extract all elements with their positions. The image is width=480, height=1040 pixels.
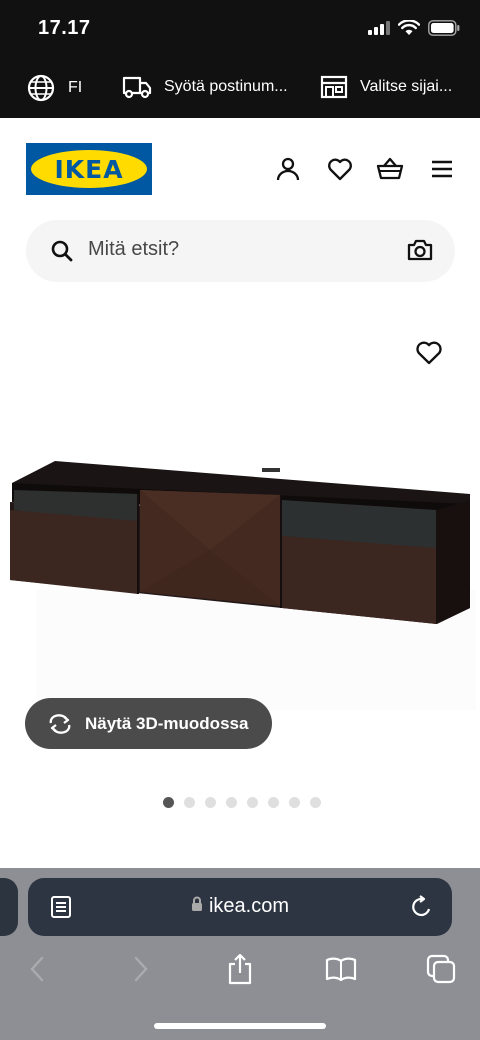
carousel-dot[interactable] xyxy=(226,797,237,808)
logo-oval: IKEA xyxy=(31,150,147,188)
book-icon xyxy=(325,957,357,982)
carousel-dots xyxy=(163,797,321,808)
basket-icon xyxy=(376,157,404,180)
chevron-right-icon xyxy=(134,956,148,982)
url-text: ikea.com xyxy=(208,895,290,917)
status-bar: 17.17 xyxy=(0,0,480,60)
wifi-icon xyxy=(398,20,420,35)
product-image[interactable] xyxy=(0,420,480,710)
share-icon xyxy=(228,953,252,985)
menu-button[interactable] xyxy=(428,155,456,183)
browser-toolbar: ikea.com xyxy=(0,868,480,1040)
search-input[interactable] xyxy=(88,238,388,261)
forward-button[interactable] xyxy=(124,952,158,986)
previous-tab[interactable] xyxy=(0,878,18,936)
view-3d-label: Näytä 3D-muodossa xyxy=(85,713,249,733)
search-bar[interactable] xyxy=(26,220,455,282)
share-button[interactable] xyxy=(223,952,257,986)
language-label: FI xyxy=(68,79,83,96)
carousel-dot[interactable] xyxy=(268,797,279,808)
globe-icon xyxy=(27,74,55,102)
store-label: Valitse sijai... xyxy=(360,78,453,95)
camera-icon[interactable] xyxy=(407,238,433,262)
signal-icon xyxy=(368,21,390,35)
back-button[interactable] xyxy=(20,952,54,986)
ikea-logo[interactable]: IKEA xyxy=(26,143,152,195)
carousel-dot[interactable] xyxy=(184,797,195,808)
account-button[interactable] xyxy=(274,155,302,183)
store-icon xyxy=(320,75,348,99)
carousel-dot[interactable] xyxy=(163,797,174,808)
search-icon xyxy=(51,240,73,262)
view-3d-button[interactable]: Näytä 3D-muodossa xyxy=(25,698,272,749)
carousel-dot[interactable] xyxy=(289,797,300,808)
favourites-button[interactable] xyxy=(326,155,354,183)
carousel-dot[interactable] xyxy=(205,797,216,808)
carousel-dot[interactable] xyxy=(247,797,258,808)
bookmarks-button[interactable] xyxy=(324,952,358,986)
language-selector[interactable]: FI xyxy=(27,74,82,102)
address-bar[interactable]: ikea.com xyxy=(28,878,452,936)
logo-text: IKEA xyxy=(54,154,124,184)
url-display: ikea.com xyxy=(28,895,452,918)
cart-button[interactable] xyxy=(376,155,404,183)
user-icon xyxy=(276,157,300,181)
tabs-button[interactable] xyxy=(424,952,458,986)
chevron-left-icon xyxy=(30,956,44,982)
heart-icon xyxy=(416,341,442,365)
battery-icon xyxy=(428,20,460,36)
menu-icon xyxy=(432,160,452,178)
product-favourite-button[interactable] xyxy=(415,340,443,368)
postcode-selector[interactable]: Syötä postinum... xyxy=(122,74,288,100)
lock-icon xyxy=(191,896,202,911)
store-selector[interactable]: Valitse sijai... xyxy=(320,74,452,100)
rotate-3d-icon xyxy=(49,713,71,734)
carousel-dot[interactable] xyxy=(310,797,321,808)
truck-icon xyxy=(122,76,152,99)
postcode-label: Syötä postinum... xyxy=(164,78,288,95)
heart-icon xyxy=(328,158,352,181)
home-indicator xyxy=(154,1023,326,1029)
status-time: 17.17 xyxy=(38,17,91,39)
tabs-icon xyxy=(426,954,456,984)
utility-bar: FI Syötä postinum... Valitse sijai... xyxy=(0,60,480,118)
status-icons xyxy=(368,20,460,36)
reload-icon[interactable] xyxy=(410,894,434,920)
